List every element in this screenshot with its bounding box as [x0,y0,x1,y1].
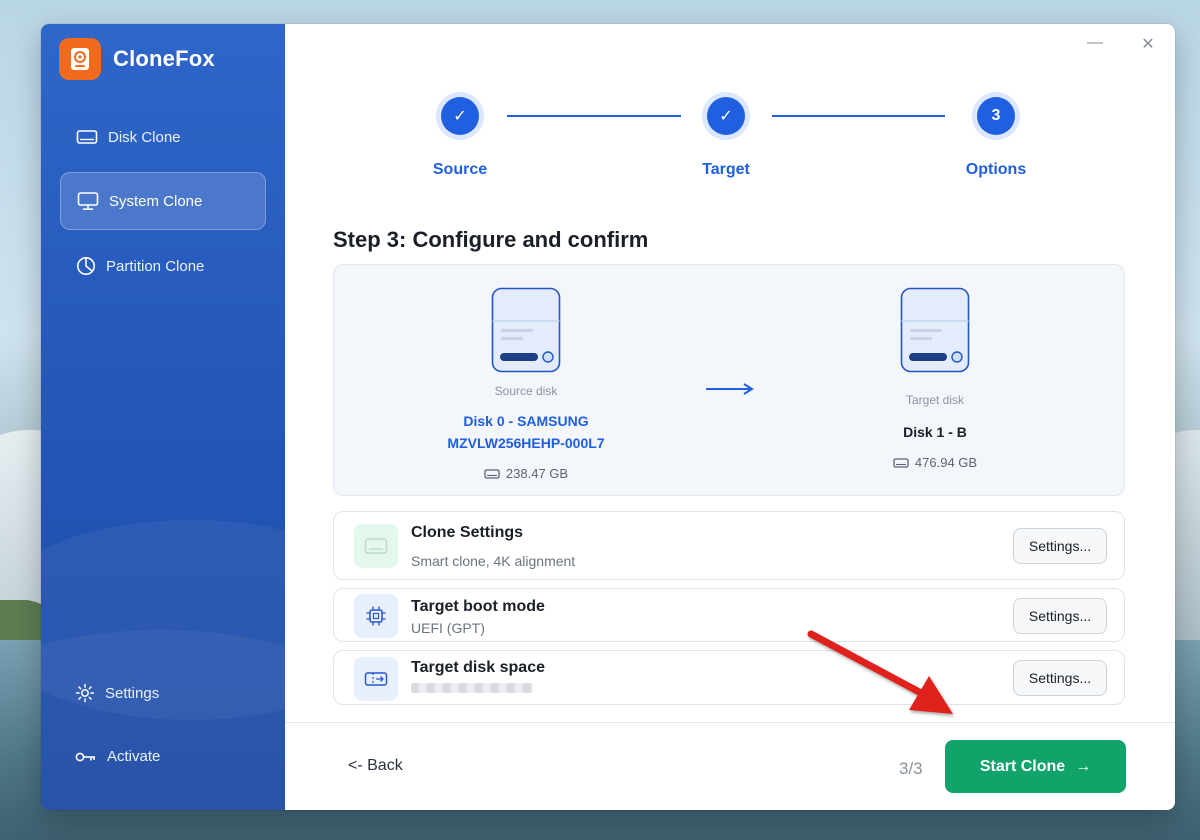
option-title: Clone Settings [411,524,524,541]
step-counter: 3/3 [899,759,923,778]
minimize-button[interactable]: — [1083,34,1107,52]
step-options-indicator: 3 [972,92,1020,140]
check-icon: ✓ [707,97,745,135]
target-disk-caption: Target disk [905,393,965,407]
option-target-boot-mode: Target boot mode UEFI (GPT) Settings... [333,588,1125,642]
sidebar-item-disk-clone[interactable]: Disk Clone [60,108,266,166]
step-connector [507,115,681,117]
source-disk-size-value: 238.47 GB [505,466,569,481]
chip-icon [354,594,398,638]
arrow-right-icon [706,383,754,395]
source-disk-caption: Source disk [494,384,558,398]
target-disk-card: Target disk Disk 1 - B 476.94 GB [805,265,1065,470]
pie-chart-icon [77,257,95,275]
source-disk-size: 238.47 GB [396,466,656,481]
back-button[interactable]: <- Back [348,757,403,775]
start-clone-button[interactable]: Start Clone → [945,740,1126,793]
disk-drive-icon [491,287,561,373]
step-number: 3 [977,97,1015,135]
option-title: Target boot mode [411,598,545,615]
disk-drive-icon [900,287,970,373]
annotation-arrow-icon [807,630,953,714]
boot-mode-settings-button[interactable]: Settings... [1013,598,1107,634]
disk-space-settings-button[interactable]: Settings... [1013,660,1107,696]
app-logo-icon [59,38,101,80]
key-icon [75,752,95,761]
gear-icon [75,683,95,703]
drive-icon [354,524,398,568]
sidebar-item-system-clone[interactable]: System Clone [60,172,266,230]
redacted-value [411,683,533,693]
sidebar-item-label: Partition Clone [106,257,205,275]
resize-icon [354,657,398,701]
target-disk-name: Disk 1 - B [903,424,967,440]
drive-small-icon [484,468,500,479]
sidebar-item-label: Disk Clone [108,128,181,146]
monitor-icon [77,192,99,211]
clone-settings-button[interactable]: Settings... [1013,528,1107,564]
disk-summary-panel: Source disk Disk 0 - SAMSUNG MZVLW256HEH… [333,264,1125,496]
option-clone-settings: Clone Settings Smart clone, 4K alignment… [333,511,1125,580]
source-disk-card: Source disk Disk 0 - SAMSUNG MZVLW256HEH… [396,265,656,481]
brand: CloneFox [59,38,215,80]
sidebar-activate[interactable]: Activate [75,748,160,765]
source-disk-name-line1: Disk 0 - SAMSUNG [463,413,589,429]
step-options-label: Options [965,161,1027,178]
source-disk-name-line2: MZVLW256HEHP-000L7 [447,435,605,451]
sidebar-item-label: System Clone [109,192,203,210]
page-title: Step 3: Configure and confirm [333,227,649,252]
footer-divider [285,722,1175,723]
step-target-indicator: ✓ [702,92,750,140]
option-title: Target disk space [411,659,545,676]
option-subtitle: UEFI (GPT) [411,620,485,636]
app-window: CloneFox Disk Clone System Clone Partiti… [41,24,1175,810]
source-disk-name: Disk 0 - SAMSUNG MZVLW256HEHP-000L7 [396,410,656,454]
option-subtitle: Smart clone, 4K alignment [411,553,576,569]
step-connector [772,115,945,117]
disk-icon [76,130,98,144]
drive-small-icon [893,457,909,468]
step-target-label: Target [702,161,750,178]
start-clone-label: Start Clone [979,757,1066,775]
close-button[interactable]: ✕ [1136,34,1160,54]
arrow-right-icon: → [1075,757,1092,775]
sidebar-settings[interactable]: Settings [75,683,159,703]
step-source-indicator: ✓ [436,92,484,140]
sidebar-activate-label: Activate [107,748,161,765]
sidebar-settings-label: Settings [105,684,160,702]
check-icon: ✓ [441,97,479,135]
sidebar-item-partition-clone[interactable]: Partition Clone [60,237,266,295]
sidebar: CloneFox Disk Clone System Clone Partiti… [41,24,285,810]
target-disk-size: 476.94 GB [805,455,1065,470]
option-target-disk-space: Target disk space Settings... [333,650,1125,705]
app-name: CloneFox [113,46,215,71]
target-disk-size-value: 476.94 GB [914,455,978,470]
step-source-label: Source [432,161,488,178]
main-content: — ✕ ✓ ✓ 3 Source Target Options Step 3: … [285,24,1175,810]
